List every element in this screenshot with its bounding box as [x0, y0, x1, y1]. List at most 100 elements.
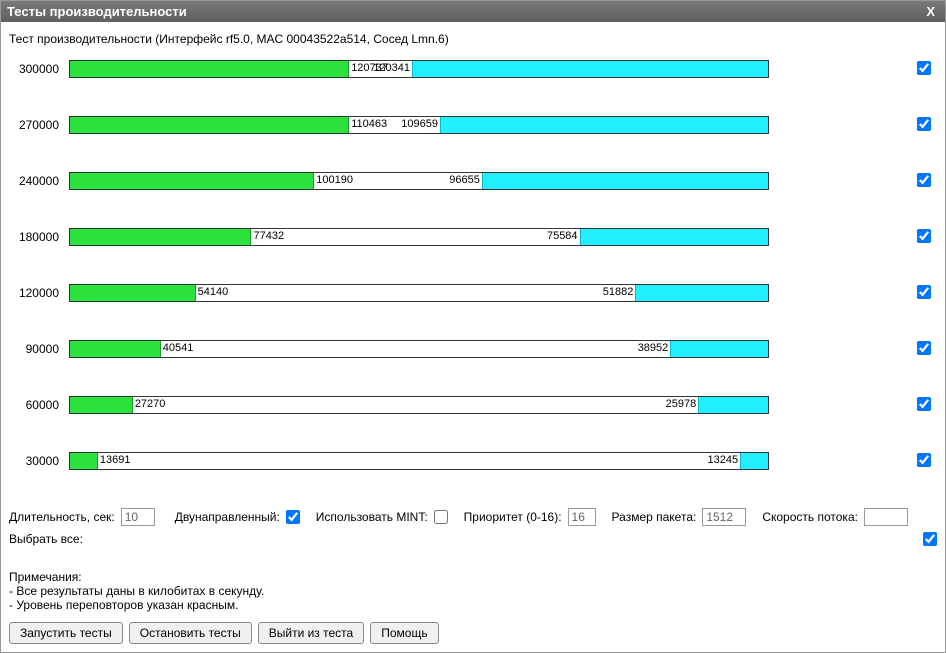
test-rows: 3000001207371203412700001104631096592400… [9, 60, 937, 470]
test-row: 90000 40541 38952 [9, 340, 937, 358]
row-check-wrap [901, 61, 937, 78]
close-icon[interactable]: X [922, 4, 939, 19]
bar-area: 110463 109659 [69, 116, 769, 134]
row-checkbox[interactable] [917, 397, 931, 411]
value-right: 51882 [603, 286, 634, 298]
buttons-row: Запустить тесты Остановить тесты Выйти и… [9, 622, 937, 644]
row-label: 270000 [9, 118, 69, 132]
bar-green [70, 453, 98, 469]
value-right: 96655 [449, 174, 480, 186]
mint-label: Использовать MINT: [316, 510, 428, 524]
test-row: 120000 54140 51882 [9, 284, 937, 302]
value-right: 109659 [401, 118, 438, 130]
bar-cyan [440, 117, 768, 133]
dialog-content: Тест производительности (Интерфейс rf5.0… [1, 22, 945, 652]
window-title: Тесты производительности [7, 4, 187, 19]
bar-cyan [698, 397, 768, 413]
bar-area: 100190 96655 [69, 172, 769, 190]
bar-cyan [740, 453, 768, 469]
performance-tests-dialog: Тесты производительности X Тест производ… [0, 0, 946, 653]
bar-green [70, 229, 251, 245]
stop-button[interactable]: Остановить тесты [129, 622, 252, 644]
bar-area: 77432 75584 [69, 228, 769, 246]
bar-green [70, 61, 349, 77]
value-left: 77432 [253, 230, 284, 242]
bar-cyan [482, 173, 768, 189]
notes-heading: Примечания: [9, 570, 937, 584]
row-label: 60000 [9, 398, 69, 412]
value-left: 27270 [135, 398, 166, 410]
row-checkbox[interactable] [917, 285, 931, 299]
bar-area: 54140 51882 [69, 284, 769, 302]
speed-input[interactable] [864, 508, 908, 526]
test-row: 300000120737120341 [9, 60, 937, 78]
row-label: 300000 [9, 62, 69, 76]
bar-green [70, 117, 349, 133]
value-left: 40541 [163, 342, 194, 354]
row-label: 120000 [9, 286, 69, 300]
test-row: 270000 110463 109659 [9, 116, 937, 134]
exit-button[interactable]: Выйти из теста [258, 622, 364, 644]
bidir-checkbox[interactable] [286, 510, 300, 524]
bar-green [70, 285, 196, 301]
help-button[interactable]: Помощь [370, 622, 438, 644]
packet-label: Размер пакета: [612, 510, 697, 524]
priority-label: Приоритет (0-16): [464, 510, 562, 524]
bar-green [70, 173, 314, 189]
row-checkbox[interactable] [917, 117, 931, 131]
row-check-wrap [901, 117, 937, 134]
value-left: 110463 [351, 118, 387, 130]
selectall-label: Выбрать все: [9, 532, 83, 546]
row-label: 30000 [9, 454, 69, 468]
row-label: 180000 [9, 230, 69, 244]
test-row: 180000 77432 75584 [9, 228, 937, 246]
subtitle: Тест производительности (Интерфейс rf5.0… [9, 32, 937, 46]
packet-input[interactable] [702, 508, 746, 526]
bar-area: 2727025978 [69, 396, 769, 414]
bar-area: 120737120341 [69, 60, 769, 78]
test-row: 24000010019096655 [9, 172, 937, 190]
bar-green [70, 341, 161, 357]
mint-checkbox[interactable] [434, 510, 448, 524]
row-checkbox[interactable] [917, 453, 931, 467]
row-check-wrap [901, 229, 937, 246]
titlebar: Тесты производительности X [1, 1, 945, 22]
value-right: 13245 [708, 454, 739, 466]
row-check-wrap [901, 397, 937, 414]
bar-cyan [670, 341, 768, 357]
row-check-wrap [901, 453, 937, 470]
value-left: 13691 [100, 454, 131, 466]
bidir-label: Двунаправленный: [175, 510, 280, 524]
bar-area: 13691 13245 [69, 452, 769, 470]
bar-cyan [412, 61, 768, 77]
row-checkbox[interactable] [917, 341, 931, 355]
test-row: 600002727025978 [9, 396, 937, 414]
value-right: 120341 [373, 62, 410, 74]
duration-label: Длительность, сек: [9, 510, 115, 524]
value-left: 100190 [316, 174, 353, 186]
row-check-wrap [901, 285, 937, 302]
test-row: 30000 13691 13245 [9, 452, 937, 470]
notes-line-2: - Уровень переповторов указан красным. [9, 598, 937, 612]
row-check-wrap [901, 341, 937, 358]
bar-area: 40541 38952 [69, 340, 769, 358]
notes: Примечания: - Все результаты даны в кило… [9, 570, 937, 612]
bar-cyan [635, 285, 768, 301]
row-checkbox[interactable] [917, 61, 931, 75]
bar-green [70, 397, 133, 413]
run-button[interactable]: Запустить тесты [9, 622, 123, 644]
value-right: 38952 [638, 342, 669, 354]
value-right: 75584 [547, 230, 578, 242]
value-left: 54140 [198, 286, 229, 298]
notes-line-1: - Все результаты даны в килобитах в секу… [9, 584, 937, 598]
row-checkbox[interactable] [917, 229, 931, 243]
controls-row: Длительность, сек: Двунаправленный: Испо… [9, 508, 937, 546]
speed-label: Скорость потока: [762, 510, 858, 524]
priority-input[interactable] [568, 508, 596, 526]
row-checkbox[interactable] [917, 173, 931, 187]
duration-input[interactable] [121, 508, 155, 526]
bar-cyan [580, 229, 768, 245]
selectall-checkbox[interactable] [923, 532, 937, 546]
row-check-wrap [901, 173, 937, 190]
row-label: 90000 [9, 342, 69, 356]
